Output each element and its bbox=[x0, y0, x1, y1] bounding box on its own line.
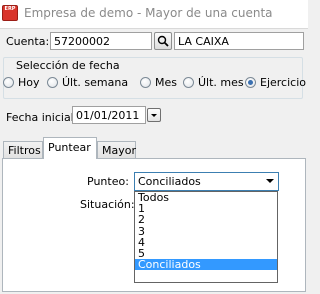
window-title: Empresa de demo - Mayor de una cuenta bbox=[24, 6, 273, 20]
dropdown-option-1[interactable]: 1 bbox=[135, 203, 277, 214]
chevron-down-icon[interactable] bbox=[266, 179, 274, 183]
dropdown-option-4[interactable]: 4 bbox=[135, 237, 277, 248]
dropdown-option-2[interactable]: 2 bbox=[135, 214, 277, 225]
radio-button-icon[interactable] bbox=[183, 77, 194, 88]
radio-label: Últ. mes bbox=[198, 76, 244, 89]
title-bar: ERP Empresa de demo - Mayor de una cuent… bbox=[0, 0, 308, 29]
dropdown-option-todos[interactable]: Todos bbox=[135, 192, 277, 203]
cuenta-label: Cuenta: bbox=[6, 35, 50, 48]
punteo-dropdown-list: Todos 1 2 3 4 5 Conciliados bbox=[134, 191, 278, 283]
app-logo-icon: ERP bbox=[2, 5, 18, 21]
punteo-label: Punteo: bbox=[87, 175, 129, 188]
radio-button-icon[interactable] bbox=[47, 77, 58, 88]
fecha-group-title: Selección de fecha bbox=[14, 59, 122, 72]
cuenta-code-input[interactable]: 57200002 bbox=[50, 32, 152, 50]
search-icon bbox=[157, 35, 169, 47]
tab-filtros[interactable]: Filtros bbox=[3, 141, 43, 158]
radio-button-checked-icon[interactable] bbox=[245, 77, 256, 88]
fecha-inicial-input[interactable]: 01/01/2011 bbox=[72, 106, 146, 124]
dropdown-option-3[interactable]: 3 bbox=[135, 225, 277, 237]
fecha-inicial-label: Fecha inicial: bbox=[6, 111, 78, 124]
radio-label: Últ. semana bbox=[62, 76, 129, 89]
punteo-select[interactable]: Conciliados bbox=[134, 172, 279, 191]
radio-button-icon[interactable] bbox=[140, 77, 151, 88]
radio-button-icon[interactable] bbox=[3, 77, 14, 88]
dropdown-option-conciliados[interactable]: Conciliados bbox=[135, 259, 277, 271]
radio-label: Mes bbox=[155, 76, 177, 89]
date-picker-dropdown-icon[interactable] bbox=[147, 108, 161, 122]
radio-label: Hoy bbox=[18, 76, 40, 89]
punteo-selected-value: Conciliados bbox=[138, 175, 201, 188]
tab-puntear[interactable]: Puntear bbox=[43, 137, 97, 159]
search-button[interactable] bbox=[154, 32, 172, 50]
situacion-label: Situación: bbox=[80, 198, 135, 211]
radio-label: Ejercicio bbox=[260, 76, 306, 89]
app-logo-text: ERP bbox=[4, 6, 16, 12]
tab-mayor[interactable]: Mayor bbox=[97, 141, 136, 158]
cuenta-name-field: LA CAIXA bbox=[174, 32, 304, 50]
